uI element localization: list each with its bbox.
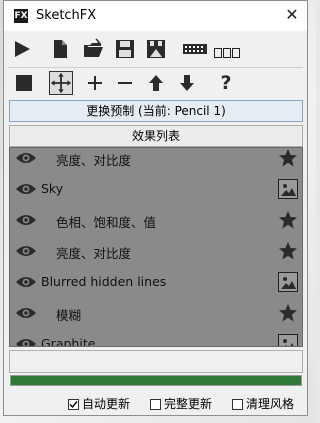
- scrollbar[interactable]: [302, 148, 303, 347]
- list-item[interactable]: 模糊: [10, 298, 302, 329]
- move-button[interactable]: [49, 71, 73, 95]
- help-button[interactable]: ?: [214, 71, 238, 95]
- help-icon: ?: [220, 72, 232, 94]
- move-up-button[interactable]: [144, 71, 168, 95]
- image-icon[interactable]: [278, 334, 298, 346]
- effect-label: Blurred hidden lines: [41, 274, 167, 289]
- close-button[interactable]: ✕: [283, 6, 301, 24]
- change-preset-button[interactable]: 更换预制 (当前: Pencil 1): [9, 100, 303, 122]
- full-update-checkbox[interactable]: 完整更新: [150, 395, 212, 411]
- status-field: [9, 350, 303, 373]
- play-button[interactable]: [10, 37, 34, 61]
- list-item[interactable]: 色相、饱和度、值: [10, 205, 302, 236]
- scrollbar-thumb[interactable]: [302, 207, 303, 247]
- clean-style-box[interactable]: [232, 399, 243, 410]
- progress-bar: [10, 375, 302, 386]
- clean-style-checkbox[interactable]: 清理风格: [232, 395, 294, 411]
- clean-style-label: 清理风格: [246, 397, 295, 411]
- star-icon[interactable]: [278, 241, 298, 261]
- star-icon[interactable]: [278, 210, 298, 230]
- tab-effects-list[interactable]: 效果列表: [9, 125, 303, 147]
- effect-label: 色相、饱和度、值: [56, 215, 157, 230]
- image-icon[interactable]: [278, 179, 298, 199]
- eye-icon[interactable]: [15, 306, 37, 320]
- file-toolbar: [4, 35, 307, 65]
- save-as-icon: [147, 40, 165, 58]
- effect-label: 亮度、对比度: [56, 246, 132, 261]
- effects-toolbar: ?: [4, 69, 307, 99]
- eye-icon[interactable]: [15, 337, 37, 346]
- save-as-button[interactable]: [144, 37, 168, 61]
- full-update-label: 完整更新: [164, 397, 213, 411]
- open-button[interactable]: [81, 37, 105, 61]
- move-down-button[interactable]: [175, 71, 199, 95]
- effect-label: 亮度、对比度: [56, 153, 132, 168]
- effect-label: Graphite: [41, 336, 96, 347]
- list-item[interactable]: 亮度、对比度: [10, 236, 302, 267]
- auto-update-checkbox[interactable]: 自动更新: [68, 395, 130, 411]
- progress-fill: [11, 376, 301, 385]
- list-item[interactable]: 亮度、对比度: [10, 148, 302, 174]
- save-button[interactable]: [113, 37, 137, 61]
- title-bar: FX SketchFX ✕: [4, 1, 307, 31]
- document-icon: [54, 40, 67, 58]
- open-folder-icon: [84, 38, 103, 57]
- effects-list: 亮度、对比度 Sky 色相、饱和度、值 亮度、对比度 Blurred hidden li…: [9, 147, 303, 347]
- add-effect-button[interactable]: [83, 71, 107, 95]
- film-strip-icon: [183, 44, 207, 54]
- sketchfx-window: FX SketchFX ✕ ? 更换预制 (当前: Pencil 1) 效果列表…: [3, 0, 308, 416]
- auto-update-box[interactable]: [68, 399, 79, 410]
- save-icon: [116, 40, 134, 58]
- star-icon[interactable]: [278, 303, 298, 323]
- toolbar-divider: [8, 67, 303, 68]
- eye-icon[interactable]: [15, 151, 37, 165]
- remove-effect-button[interactable]: [113, 71, 137, 95]
- list-item[interactable]: Sky: [10, 174, 302, 205]
- star-icon[interactable]: [278, 148, 298, 168]
- move-icon: [50, 72, 72, 94]
- app-icon: FX: [14, 9, 28, 23]
- film-strip-button[interactable]: [182, 37, 208, 61]
- frames-button[interactable]: [214, 43, 242, 58]
- minus-icon: [118, 82, 132, 84]
- frames-icon: [214, 43, 241, 62]
- window-title: SketchFX: [36, 8, 97, 23]
- effect-label: 模糊: [56, 308, 82, 323]
- new-document-button[interactable]: [48, 37, 72, 61]
- list-item[interactable]: Blurred hidden lines: [10, 267, 302, 298]
- arrow-down-icon: [180, 75, 194, 91]
- stop-square-icon: [16, 75, 32, 91]
- arrow-up-icon: [149, 75, 163, 91]
- auto-update-label: 自动更新: [82, 397, 131, 411]
- eye-icon[interactable]: [15, 244, 37, 258]
- eye-icon[interactable]: [15, 275, 37, 289]
- checkmark-icon: [69, 401, 78, 409]
- effect-label: Sky: [41, 181, 64, 196]
- list-item[interactable]: Graphite: [10, 329, 302, 347]
- eye-icon[interactable]: [15, 182, 37, 196]
- eye-icon[interactable]: [15, 213, 37, 227]
- image-icon[interactable]: [278, 272, 298, 292]
- stop-button[interactable]: [12, 71, 36, 95]
- plus-icon: [88, 76, 102, 90]
- play-icon: [15, 41, 30, 57]
- full-update-box[interactable]: [150, 399, 161, 410]
